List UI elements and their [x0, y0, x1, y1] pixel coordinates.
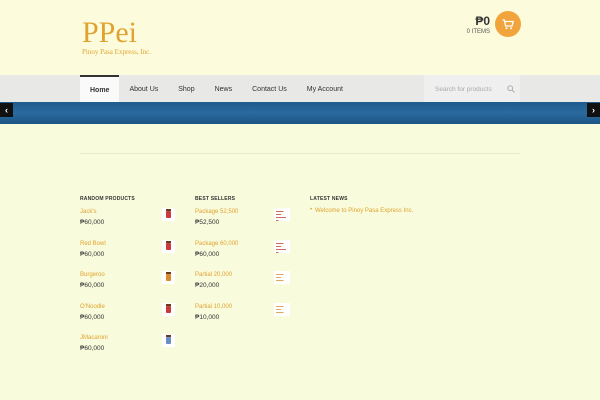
product-name[interactable]: Red Bowl	[80, 240, 175, 248]
product-thumbnail[interactable]: ▬▬▬ ▬▬ ▬▬▬▬ ▬	[274, 239, 290, 253]
product-price: ₱60,000	[80, 250, 105, 258]
logo-text: PPei	[82, 16, 138, 49]
product-item[interactable]: Red Bowl ₱60,000	[80, 239, 175, 272]
cart-item-count: 0 ITEMS	[466, 29, 490, 35]
product-thumbnail[interactable]: ▬▬▬ ▬▬ ▬▬▬	[274, 271, 290, 284]
product-thumbnail[interactable]: ▬▬▬ ▬▬ ▬▬▬	[274, 302, 290, 316]
site-logo[interactable]: PPei Pinoy Pasa Express, Inc.	[82, 18, 162, 60]
nav-home[interactable]: Home	[80, 75, 120, 103]
product-item[interactable]: Jack's ₱60,000	[80, 208, 175, 240]
cart-icon	[502, 18, 514, 29]
product-thumbnail[interactable]	[162, 334, 175, 347]
product-name[interactable]: O'Noodle	[80, 303, 175, 311]
product-item[interactable]: Partial 10,000 ₱10,000 ▬▬▬ ▬▬ ▬▬▬	[195, 302, 290, 335]
product-name[interactable]: JMacaroni	[80, 334, 175, 342]
product-thumbnail[interactable]	[162, 239, 175, 253]
product-item[interactable]: Burgeroo ₱60,000	[80, 271, 175, 303]
nav-about-us[interactable]: About Us	[119, 75, 168, 103]
main-navigation: Home About Us Shop News Contact Us My Ac…	[0, 75, 600, 103]
nav-menu: Home About Us Shop News Contact Us My Ac…	[80, 75, 353, 103]
product-name[interactable]: Jack's	[80, 208, 175, 216]
slider-next-button[interactable]: ›	[587, 103, 600, 117]
nav-my-account[interactable]: My Account	[297, 75, 353, 103]
nav-news[interactable]: News	[205, 75, 243, 103]
product-item[interactable]: Package 52,500 ₱52,500 ▬▬▬ ▬▬ ▬▬▬▬ ▬	[195, 208, 290, 240]
news-link[interactable]: Welcome to Pinoy Pasa Express Inc.	[310, 207, 430, 214]
product-thumbnail[interactable]	[162, 208, 175, 221]
product-price: ₱60,000	[80, 282, 105, 289]
slider-banner	[0, 102, 600, 124]
widget-title: RANDOM PRODUCTS	[80, 196, 135, 202]
product-thumbnail[interactable]: ▬▬▬ ▬▬ ▬▬▬▬ ▬	[274, 208, 290, 221]
header: PPei Pinoy Pasa Express, Inc. ₱0 0 ITEMS	[0, 0, 600, 75]
search-input[interactable]	[435, 85, 501, 93]
product-price: ₱60,000	[80, 345, 105, 352]
widget-title: BEST SELLERS	[195, 196, 236, 202]
nav-contact-us[interactable]: Contact Us	[242, 75, 297, 103]
product-item[interactable]: Package 60,000 ₱60,000 ▬▬▬ ▬▬ ▬▬▬▬ ▬	[195, 239, 290, 272]
widget-title: LATEST NEWS	[310, 196, 348, 202]
latest-news-widget: LATEST NEWS Welcome to Pinoy Pasa Expres…	[310, 196, 430, 214]
product-thumbnail[interactable]	[162, 271, 175, 284]
product-item[interactable]: JMacaroni ₱60,000	[80, 334, 175, 366]
best-sellers-widget: BEST SELLERS Package 52,500 ₱52,500 ▬▬▬ …	[195, 196, 290, 334]
product-price: ₱60,000	[80, 313, 105, 321]
cart-summary[interactable]: ₱0 0 ITEMS	[467, 14, 490, 37]
divider	[80, 153, 520, 154]
product-item[interactable]: O'Noodle ₱60,000	[80, 302, 175, 335]
nav-shop[interactable]: Shop	[168, 75, 204, 103]
product-price: ₱60,000	[80, 219, 105, 226]
product-name[interactable]: Burgeroo	[80, 271, 175, 279]
cart-button[interactable]	[495, 11, 521, 37]
random-products-widget: RANDOM PRODUCTS Jack's ₱60,000 Red Bowl …	[80, 196, 175, 366]
search-icon[interactable]	[507, 85, 515, 93]
product-item[interactable]: Partial 20,000 ₱20,000 ▬▬▬ ▬▬ ▬▬▬	[195, 271, 290, 303]
logo-tagline: Pinoy Pasa Express, Inc.	[82, 48, 152, 56]
search-box	[424, 75, 520, 103]
product-thumbnail[interactable]	[162, 302, 175, 316]
cart-amount: ₱0	[475, 14, 490, 28]
slider-prev-button[interactable]: ‹	[0, 103, 13, 117]
